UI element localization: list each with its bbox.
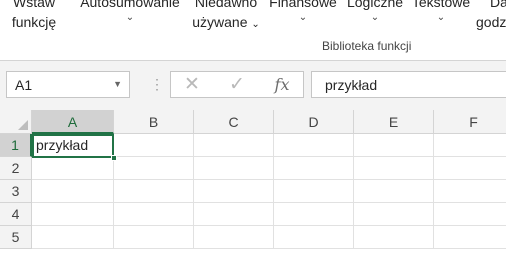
- cell-b2[interactable]: [114, 157, 194, 180]
- logical-label: Logiczne: [346, 0, 404, 10]
- cell-e4[interactable]: [354, 203, 434, 226]
- row-header-2[interactable]: 2: [0, 157, 32, 180]
- recently-used-label-1: Niedawno: [194, 0, 258, 10]
- cancel-icon[interactable]: ✕: [179, 74, 205, 96]
- cell-a5[interactable]: [32, 226, 114, 249]
- name-box-value: A1: [15, 77, 33, 93]
- cell-d3[interactable]: [274, 180, 354, 203]
- text-button[interactable]: Tekstowe ⌄: [410, 0, 472, 24]
- recently-used-button[interactable]: Niedawno używane ⌄: [186, 0, 266, 35]
- cell-b1[interactable]: [114, 134, 194, 157]
- cell-c1[interactable]: [194, 134, 274, 157]
- formula-value: przykład: [325, 77, 378, 93]
- cell-a3[interactable]: [32, 180, 114, 203]
- cell-f5[interactable]: [434, 226, 506, 249]
- cell-f4[interactable]: [434, 203, 506, 226]
- text-label: Tekstowe: [411, 0, 471, 10]
- cell-f2[interactable]: [434, 157, 506, 180]
- chevron-down-icon: ⌄: [298, 12, 308, 23]
- column-header-e[interactable]: E: [354, 110, 434, 134]
- select-all-button[interactable]: [0, 110, 32, 134]
- chevron-down-icon[interactable]: ▼: [113, 79, 122, 89]
- cell-e2[interactable]: [354, 157, 434, 180]
- cell-c3[interactable]: [194, 180, 274, 203]
- recently-used-label-2: używane: [192, 14, 248, 30]
- column-header-f[interactable]: F: [434, 110, 506, 134]
- formula-input[interactable]: przykład: [311, 71, 506, 98]
- cell-c5[interactable]: [194, 226, 274, 249]
- select-all-icon: [18, 120, 28, 130]
- cell-d5[interactable]: [274, 226, 354, 249]
- chevron-down-icon: ⌄: [370, 12, 380, 23]
- insert-function-icon[interactable]: fx: [269, 74, 295, 96]
- column-header-d[interactable]: D: [274, 110, 354, 134]
- chevron-down-icon: ⌄: [436, 12, 446, 23]
- row-header-5[interactable]: 5: [0, 226, 32, 249]
- autosum-button[interactable]: Autosumowanie ⌄: [74, 0, 186, 24]
- chevron-down-icon: ⌄: [125, 12, 135, 23]
- cell-f3[interactable]: [434, 180, 506, 203]
- insert-function-button[interactable]: Wstaw funkcję: [2, 0, 66, 32]
- cell-c4[interactable]: [194, 203, 274, 226]
- column-header-b[interactable]: B: [114, 110, 194, 134]
- cell-b4[interactable]: [114, 203, 194, 226]
- insert-function-label-2: funkcję: [11, 14, 57, 30]
- column-header-a[interactable]: A: [32, 110, 114, 134]
- chevron-down-icon: ⌄: [251, 19, 260, 30]
- date-time-label-2: godz: [476, 14, 506, 30]
- ribbon: Wstaw funkcję Autosumowanie ⌄ Niedawno u…: [0, 0, 506, 61]
- cell-d1[interactable]: [274, 134, 354, 157]
- fill-handle[interactable]: [111, 155, 117, 161]
- cell-b5[interactable]: [114, 226, 194, 249]
- enter-icon[interactable]: ✓: [224, 74, 250, 96]
- autosum-label: Autosumowanie: [80, 0, 180, 10]
- formula-bar-grip[interactable]: ⋮: [150, 76, 164, 93]
- cell-f1[interactable]: [434, 134, 506, 157]
- financial-label: Finansowe: [269, 0, 337, 10]
- cell-a2[interactable]: [32, 157, 114, 180]
- row-header-3[interactable]: 3: [0, 180, 32, 203]
- cell-d2[interactable]: [274, 157, 354, 180]
- row-header-4[interactable]: 4: [0, 203, 32, 226]
- cell-a1[interactable]: przykład: [32, 134, 114, 157]
- insert-function-label-1: Wstaw: [13, 0, 55, 10]
- financial-button[interactable]: Finansowe ⌄: [266, 0, 340, 24]
- cell-e1[interactable]: [354, 134, 434, 157]
- logical-button[interactable]: Logiczne ⌄: [340, 0, 410, 24]
- column-header-c[interactable]: C: [194, 110, 274, 134]
- row-header-1[interactable]: 1: [0, 134, 32, 157]
- date-time-label-1: Da: [490, 0, 506, 10]
- cell-e3[interactable]: [354, 180, 434, 203]
- cell-c2[interactable]: [194, 157, 274, 180]
- formula-buttons: ✕ ✓ fx: [170, 71, 304, 98]
- cell-b3[interactable]: [114, 180, 194, 203]
- cell-d4[interactable]: [274, 203, 354, 226]
- name-box[interactable]: A1 ▼: [6, 71, 130, 98]
- cell-a4[interactable]: [32, 203, 114, 226]
- group-label-function-library: Biblioteka funkcji: [322, 39, 412, 53]
- cell-e5[interactable]: [354, 226, 434, 249]
- date-time-button[interactable]: Da godz: [476, 0, 506, 32]
